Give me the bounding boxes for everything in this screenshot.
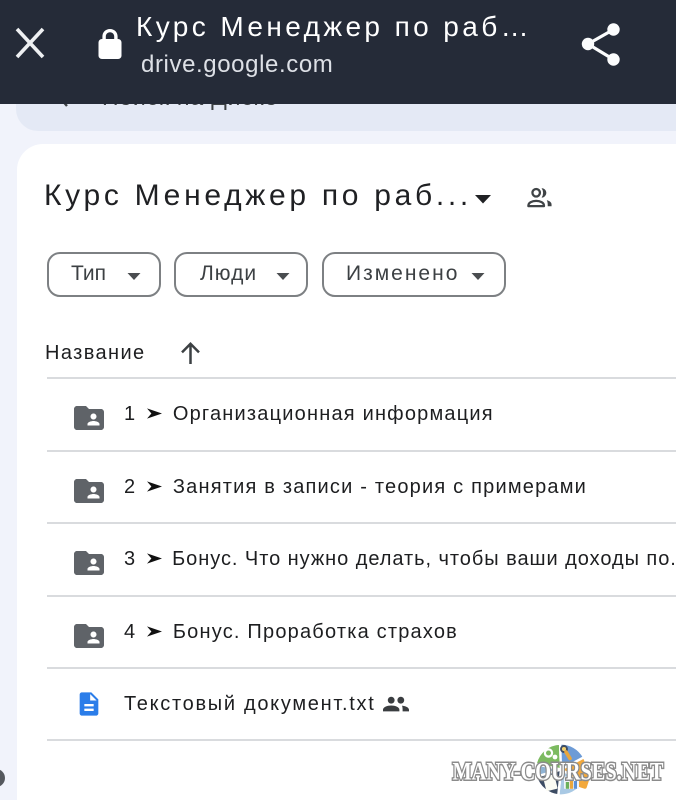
svg-text:MANY-COURSES.NET: MANY-COURSES.NET <box>453 759 664 786</box>
